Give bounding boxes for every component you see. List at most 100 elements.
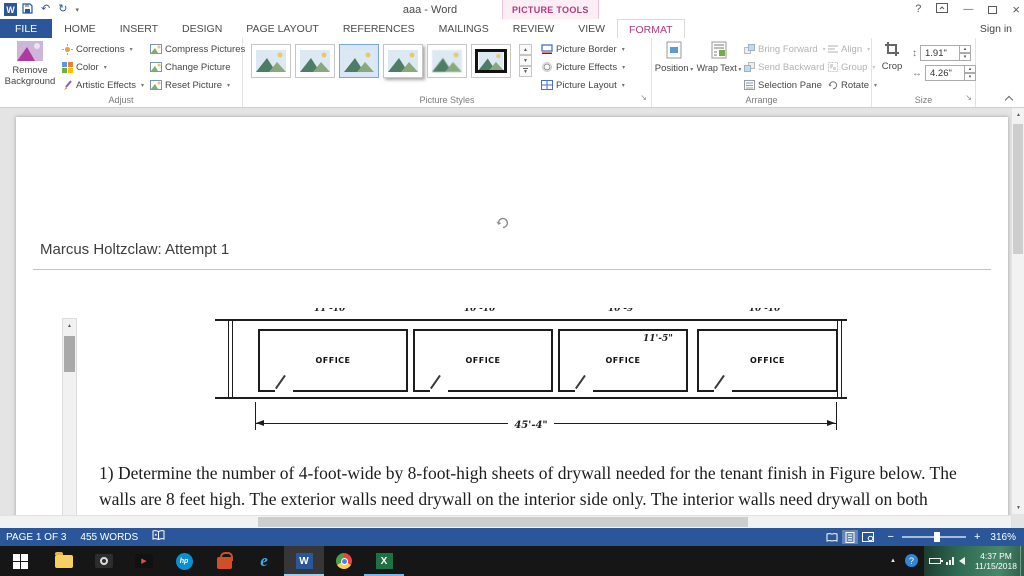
volume-icon[interactable] bbox=[959, 557, 965, 565]
zoom-slider[interactable] bbox=[901, 532, 966, 542]
picture-border-button[interactable]: Picture Border bbox=[541, 41, 625, 57]
compress-pictures-button[interactable]: Compress Pictures bbox=[150, 41, 245, 57]
help-icon[interactable] bbox=[915, 4, 921, 15]
tab-view[interactable]: VIEW bbox=[566, 19, 617, 38]
height-value[interactable]: 1.91" bbox=[920, 45, 960, 61]
embedded-scroll-up-icon[interactable] bbox=[63, 319, 76, 332]
selection-pane-button[interactable]: Selection Pane bbox=[744, 77, 822, 93]
horizontal-scroll-thumb[interactable] bbox=[258, 517, 748, 527]
scroll-up-icon[interactable] bbox=[1012, 108, 1024, 121]
width-value[interactable]: 4.26" bbox=[925, 65, 965, 81]
tab-review[interactable]: REVIEW bbox=[501, 19, 566, 38]
undo-icon[interactable] bbox=[41, 4, 50, 15]
align-button[interactable]: Align bbox=[828, 41, 870, 57]
tray-help-icon[interactable] bbox=[905, 554, 918, 567]
tab-references[interactable]: REFERENCES bbox=[331, 19, 427, 38]
customize-quick-access-icon[interactable] bbox=[75, 4, 79, 15]
network-signal-icon[interactable] bbox=[946, 557, 954, 565]
taskbar-clock[interactable]: 4:37 PM 11/15/2018 bbox=[971, 551, 1021, 571]
collapse-ribbon-icon[interactable] bbox=[1004, 95, 1014, 103]
word-app-icon[interactable] bbox=[4, 3, 17, 16]
tab-file[interactable]: FILE bbox=[0, 19, 53, 38]
artistic-effects-button[interactable]: Artistic Effects bbox=[62, 77, 144, 93]
width-stepper[interactable]: 4.26" bbox=[925, 65, 976, 81]
zoom-slider-thumb[interactable] bbox=[933, 532, 940, 542]
sign-in-link[interactable]: Sign in bbox=[968, 19, 1024, 38]
taskbar-media-app[interactable] bbox=[124, 546, 164, 576]
corrections-button[interactable]: Corrections bbox=[62, 41, 133, 57]
vertical-scroll-thumb[interactable] bbox=[1013, 124, 1023, 254]
size-dialog-launcher-icon[interactable] bbox=[965, 87, 972, 105]
gallery-scroll-up-icon[interactable] bbox=[519, 44, 532, 55]
rotate-button[interactable]: Rotate bbox=[828, 77, 877, 93]
width-down-icon[interactable] bbox=[965, 73, 976, 81]
picture-style-thumbnail-4[interactable] bbox=[383, 44, 423, 78]
show-desktop-button[interactable] bbox=[1020, 546, 1024, 576]
bring-forward-button[interactable]: Bring Forward bbox=[744, 41, 826, 57]
start-button[interactable] bbox=[0, 546, 40, 576]
horizontal-scrollbar[interactable] bbox=[0, 515, 1011, 528]
taskbar-store-app[interactable] bbox=[204, 546, 244, 576]
picture-styles-dialog-launcher-icon[interactable] bbox=[640, 87, 647, 105]
battery-icon[interactable] bbox=[929, 558, 943, 564]
picture-style-thumbnail-6-black-frame[interactable] bbox=[471, 44, 511, 78]
height-stepper[interactable]: 1.91" bbox=[920, 45, 971, 61]
remove-background-button[interactable]: Remove Background bbox=[3, 41, 57, 87]
read-mode-view-icon[interactable] bbox=[824, 530, 840, 544]
group-button[interactable]: Group bbox=[828, 59, 875, 75]
picture-style-thumbnail-1[interactable] bbox=[251, 44, 291, 78]
taskbar-file-explorer[interactable] bbox=[44, 546, 84, 576]
corrections-icon bbox=[62, 43, 73, 55]
scroll-down-icon[interactable] bbox=[1012, 501, 1024, 514]
tab-page-layout[interactable]: PAGE LAYOUT bbox=[234, 19, 331, 38]
color-button[interactable]: Color bbox=[62, 59, 107, 75]
picture-style-thumbnail-2[interactable] bbox=[295, 44, 335, 78]
picture-layout-button[interactable]: Picture Layout bbox=[541, 77, 625, 93]
embedded-picture-scrollbar[interactable] bbox=[62, 318, 77, 528]
picture-effects-button[interactable]: Picture Effects bbox=[541, 59, 625, 75]
position-button[interactable]: Position bbox=[654, 41, 694, 75]
height-down-icon[interactable] bbox=[960, 53, 971, 61]
taskbar-internet-explorer[interactable] bbox=[244, 546, 284, 576]
crop-button[interactable]: Crop bbox=[874, 41, 910, 73]
picture-style-thumbnail-5[interactable] bbox=[427, 44, 467, 78]
minimize-icon[interactable] bbox=[963, 4, 973, 15]
vertical-scrollbar[interactable] bbox=[1011, 108, 1024, 514]
taskbar-excel-open[interactable] bbox=[364, 546, 404, 576]
wrap-text-button[interactable]: Wrap Text bbox=[696, 41, 742, 74]
picture-rotate-handle[interactable] bbox=[496, 216, 509, 229]
proofing-icon[interactable] bbox=[152, 530, 165, 544]
word-count[interactable]: 455 WORDS bbox=[80, 532, 138, 543]
tab-design[interactable]: DESIGN bbox=[170, 19, 234, 38]
tab-insert[interactable]: INSERT bbox=[108, 19, 170, 38]
floor-plan-figure[interactable]: 11'-10" 10'-10" 10'-9" 10'-10" OFFICE OF… bbox=[215, 308, 847, 458]
close-icon[interactable] bbox=[1012, 3, 1020, 17]
zoom-out-icon[interactable] bbox=[888, 531, 894, 543]
tray-show-hidden-icons[interactable] bbox=[890, 546, 896, 576]
height-up-icon[interactable] bbox=[960, 45, 971, 53]
send-backward-button[interactable]: Send Backward bbox=[744, 59, 833, 75]
save-icon[interactable] bbox=[22, 2, 33, 17]
zoom-in-icon[interactable] bbox=[974, 531, 980, 543]
zoom-level[interactable]: 316% bbox=[990, 532, 1016, 543]
taskbar-camera-app[interactable] bbox=[84, 546, 124, 576]
gallery-scroll-down-icon[interactable] bbox=[519, 55, 532, 66]
redo-icon[interactable] bbox=[58, 4, 67, 15]
taskbar-hp-app[interactable] bbox=[164, 546, 204, 576]
reset-picture-button[interactable]: Reset Picture bbox=[150, 77, 230, 93]
embedded-scroll-thumb[interactable] bbox=[64, 336, 75, 372]
change-picture-button[interactable]: Change Picture bbox=[150, 59, 230, 75]
gallery-more-icon[interactable] bbox=[519, 66, 532, 77]
page-indicator[interactable]: PAGE 1 OF 3 bbox=[6, 532, 66, 543]
width-up-icon[interactable] bbox=[965, 65, 976, 73]
taskbar-word-active[interactable] bbox=[284, 546, 324, 576]
tab-format[interactable]: FORMAT bbox=[617, 19, 685, 38]
web-layout-view-icon[interactable] bbox=[860, 530, 876, 544]
picture-style-thumbnail-3-selected[interactable] bbox=[339, 44, 379, 78]
tab-home[interactable]: HOME bbox=[52, 19, 108, 38]
restore-icon[interactable] bbox=[988, 5, 998, 14]
tab-mailings[interactable]: MAILINGS bbox=[427, 19, 501, 38]
taskbar-chrome[interactable] bbox=[324, 546, 364, 576]
print-layout-view-icon[interactable] bbox=[841, 530, 858, 544]
ribbon-display-options-icon[interactable] bbox=[936, 3, 949, 16]
